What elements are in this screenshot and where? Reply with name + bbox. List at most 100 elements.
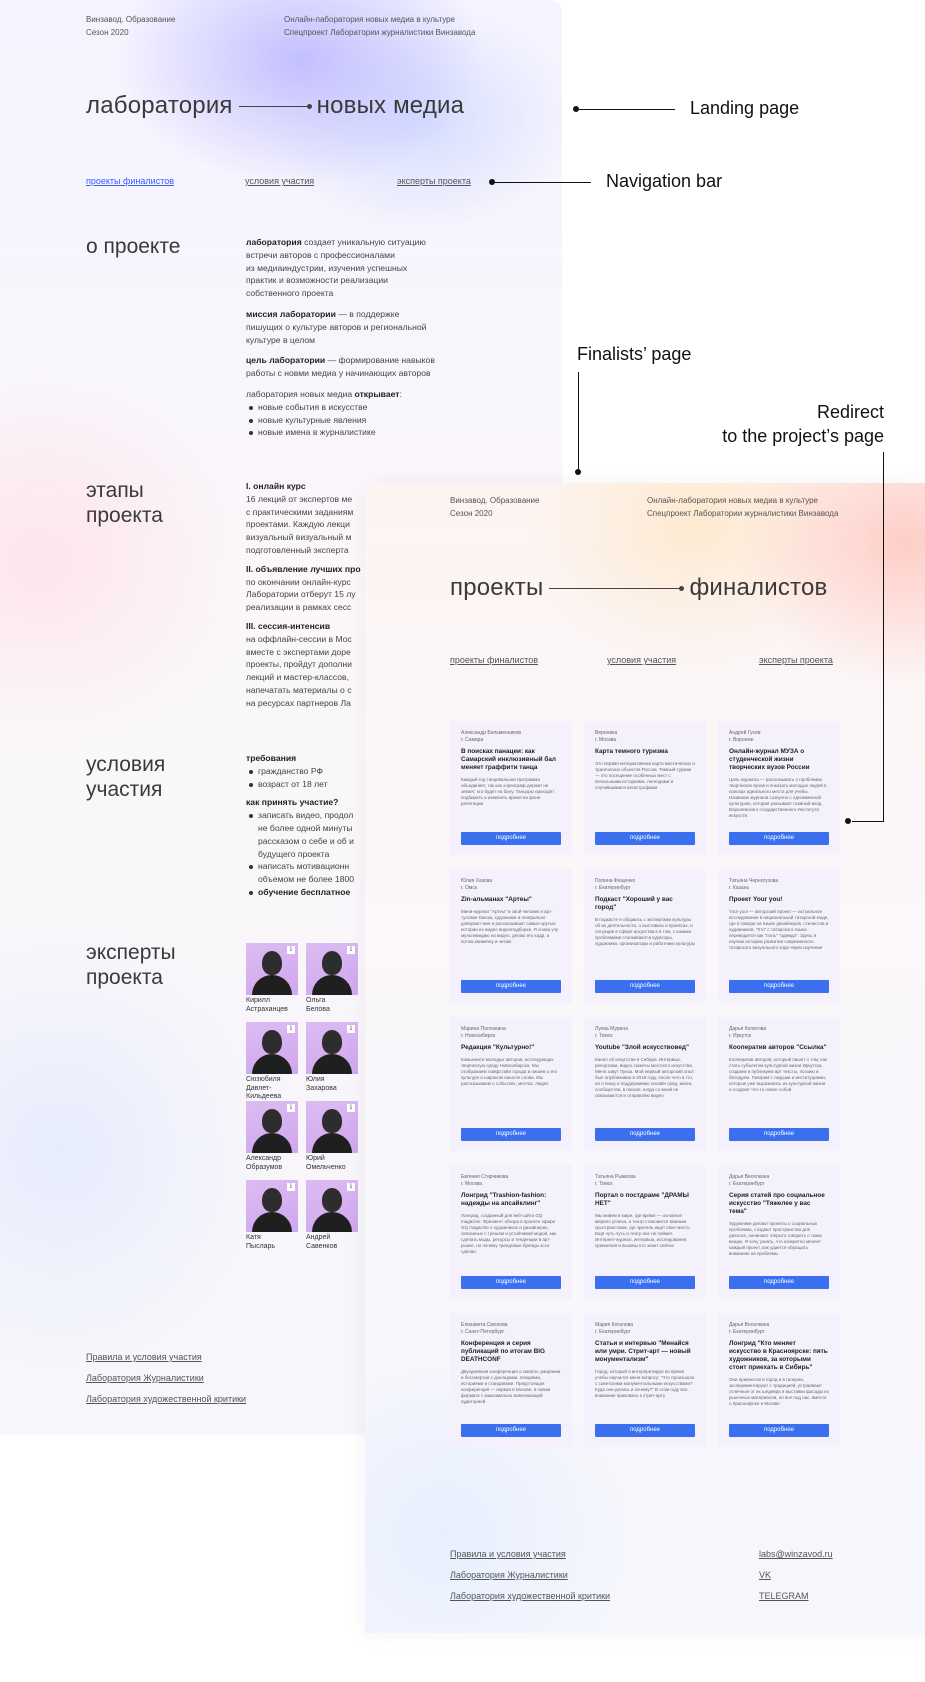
landing-meta-left: Винзавод. Образование Сезон 2020: [86, 13, 175, 39]
nav-conditions-link[interactable]: условия участия: [245, 176, 314, 186]
finalists-meta-left: Винзавод. Образование Сезон 2020: [450, 494, 539, 520]
info-icon[interactable]: i: [287, 1183, 295, 1191]
card-more-button[interactable]: подробнее: [729, 832, 829, 845]
card-more-button[interactable]: подробнее: [595, 1128, 695, 1141]
card-author: Луиза Мурина г. Томск: [595, 1026, 695, 1039]
card-more-button[interactable]: подробнее: [729, 1276, 829, 1289]
card-more-button[interactable]: подробнее: [729, 1128, 829, 1141]
expert-photo[interactable]: i: [246, 1180, 298, 1232]
about-p1-line: собственного проекта: [246, 288, 334, 299]
expert-name: Александр Образумов: [246, 1155, 298, 1172]
card-author-city: г. Екатеринбург: [595, 1328, 631, 1335]
card-author-city: г. Омск: [461, 884, 478, 891]
expert-photo[interactable]: i: [246, 943, 298, 995]
nav-conditions-link[interactable]: условия участия: [607, 655, 676, 665]
expert-card[interactable]: i Юлия Захарова: [306, 1022, 358, 1093]
stage-1-title: I. онлайн курс: [246, 481, 306, 491]
nav-experts-link[interactable]: эксперты проекта: [397, 176, 471, 186]
card-title: Проект Your you!: [729, 896, 783, 903]
card-description: Каждый год танцевальная программа объеди…: [461, 777, 555, 806]
expert-card[interactable]: i Ольга Белова: [306, 943, 358, 1014]
card-author-city: г. Самара: [461, 736, 484, 743]
footer-criticism-link[interactable]: Лаборатория художественной критики: [86, 1394, 246, 1404]
card-more-button[interactable]: подробнее: [461, 1424, 561, 1437]
card-author-city: г. Санкт-Петербург: [461, 1328, 505, 1335]
expert-photo[interactable]: i: [306, 1022, 358, 1074]
hero-connector: [238, 103, 312, 109]
stage-1-line: проектами. Каждую лекци: [246, 519, 350, 530]
card-title: Подкаст "Хороший у вас город": [595, 896, 673, 911]
card-more-button[interactable]: подробнее: [595, 980, 695, 993]
expert-photo[interactable]: i: [246, 1022, 298, 1074]
card-title: Кооператив авторов "Ссылка": [729, 1044, 827, 1051]
info-icon[interactable]: i: [347, 1104, 355, 1112]
footer-telegram-link[interactable]: TELEGRAM: [759, 1591, 809, 1601]
card-more-button[interactable]: подробнее: [595, 1276, 695, 1289]
expert-photo[interactable]: i: [246, 1101, 298, 1153]
person-silhouette-body: [252, 975, 292, 995]
expert-photo[interactable]: i: [306, 1180, 358, 1232]
info-icon[interactable]: i: [347, 1183, 355, 1191]
card-author-city: г. Воронеж: [729, 736, 754, 743]
footer-vk-link[interactable]: VK: [759, 1570, 771, 1580]
card-author-city: г. Екатеринбург: [729, 1180, 765, 1187]
nav-experts-link[interactable]: эксперты проекта: [759, 655, 833, 665]
card-description: Канал об искусстве в Сибири. Интервью, р…: [595, 1057, 695, 1098]
about-paragraph-3: цель лаборатории — формирование навыков …: [246, 354, 456, 380]
expert-card[interactable]: i Сюзюбиля Давлет-Кильдеева: [246, 1022, 298, 1102]
footer-journalism-link[interactable]: Лаборатория Журналистики: [450, 1570, 568, 1580]
card-title: Zin-альманах "Артеы": [461, 896, 532, 903]
info-icon[interactable]: i: [287, 1025, 295, 1033]
expert-card[interactable]: i Кирилл Астраханцев: [246, 943, 298, 1014]
card-more-button[interactable]: подробнее: [461, 1276, 561, 1289]
expert-card[interactable]: i Александр Образумов: [246, 1101, 298, 1172]
card-more-button[interactable]: подробнее: [729, 1424, 829, 1437]
expert-card[interactable]: i Андрей Савенков: [306, 1180, 358, 1251]
stage-2-line: реализации в рамках сесс: [246, 602, 352, 613]
card-title: Конференция и серия публикаций по итогам…: [461, 1340, 546, 1363]
card-more-button[interactable]: подробнее: [595, 832, 695, 845]
experts-title: эксперты проекта: [86, 940, 176, 990]
finalists-meta-right: Онлайн-лаборатория новых медиа в культур…: [647, 494, 838, 520]
nav-finalists-link[interactable]: проекты финалистов: [86, 176, 174, 186]
expert-name: Юрий Омельченко: [306, 1155, 358, 1172]
expert-name: Ольга Белова: [306, 997, 358, 1014]
how-to-item: написать мотивационн объемом не более 18…: [246, 860, 366, 886]
info-icon[interactable]: i: [347, 1025, 355, 1033]
info-icon[interactable]: i: [287, 946, 295, 954]
info-icon[interactable]: i: [287, 1104, 295, 1112]
about-p4-tail: :: [399, 388, 402, 399]
footer-criticism-link[interactable]: Лаборатория художественной критики: [450, 1591, 610, 1601]
card-more-button[interactable]: подробнее: [461, 832, 561, 845]
redirect-line: Redirect: [816, 402, 884, 422]
card-more-button[interactable]: подробнее: [595, 1424, 695, 1437]
card-author-city: г. Москва: [595, 736, 617, 743]
card-more-button[interactable]: подробнее: [461, 1128, 561, 1141]
info-icon[interactable]: i: [347, 946, 355, 954]
expert-first-name: Кирилл: [246, 997, 270, 1004]
expert-photo[interactable]: i: [306, 943, 358, 995]
about-title: о проекте: [86, 235, 181, 258]
footer-rules-link[interactable]: Правила и условия участия: [86, 1352, 202, 1362]
footer-email-link[interactable]: labs@winzavod.ru: [759, 1549, 833, 1559]
conditions-text: требования гражданство РФ возраст от 18 …: [246, 752, 366, 899]
expert-card[interactable]: i Катя Пысларь: [246, 1180, 298, 1251]
card-description: Кооператив авторов, который пишет о том,…: [729, 1057, 827, 1092]
conditions-title: условия участия: [86, 752, 165, 802]
card-author: Марина Полонкина г. Новосибирск: [461, 1026, 561, 1039]
card-description: Это первая интерактивная карта мистическ…: [595, 761, 695, 790]
about-p2-bold: миссия лаборатории: [246, 308, 336, 319]
footer-journalism-link[interactable]: Лаборатория Журналистики: [86, 1373, 204, 1383]
about-bullet: новые культурные явления: [246, 414, 456, 427]
card-more-button[interactable]: подробнее: [461, 980, 561, 993]
card-more-button[interactable]: подробнее: [729, 980, 829, 993]
expert-card[interactable]: i Юрий Омельченко: [306, 1101, 358, 1172]
nav-finalists-link[interactable]: проекты финалистов: [450, 655, 538, 665]
expert-photo[interactable]: i: [306, 1101, 358, 1153]
card-author-city: г. Новосибирск: [461, 1032, 496, 1039]
project-card: Полина Фещенко г. Екатеринбург Подкаст "Хо…: [584, 869, 706, 1003]
footer-rules-link[interactable]: Правила и условия участия: [450, 1549, 566, 1559]
expert-last-name: Белова: [306, 1005, 330, 1013]
person-silhouette: [262, 1109, 282, 1133]
card-description: Цель журнала — рассказывать о проблемах …: [729, 777, 827, 818]
